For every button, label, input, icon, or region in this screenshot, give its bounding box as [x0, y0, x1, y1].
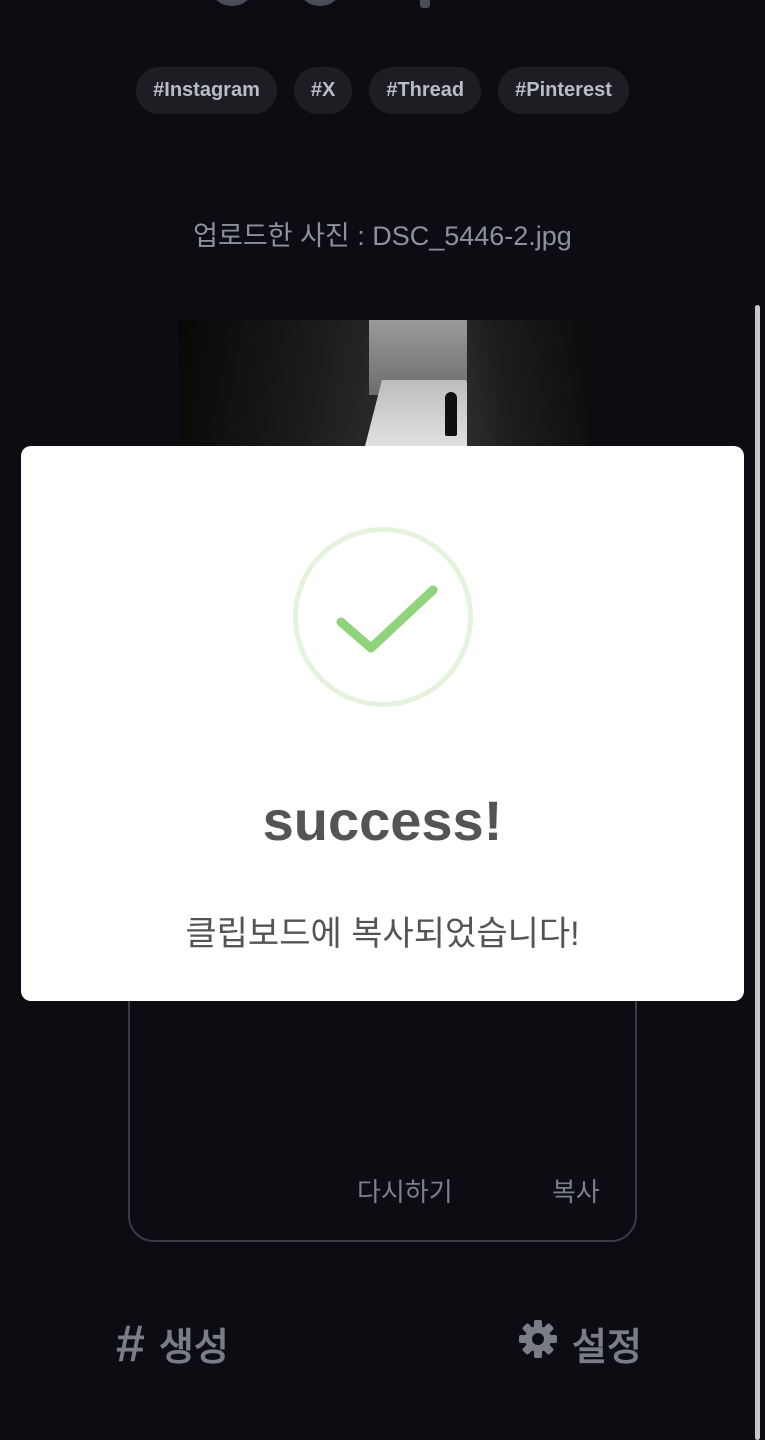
nav-settings-label: 설정 [572, 1327, 642, 1369]
uploaded-photo [179, 320, 587, 450]
uploaded-photo-label: 업로드한 사진 : DSC_5446-2.jpg [193, 221, 572, 251]
success-dialog[interactable]: success! 클립보드에 복사되었습니다! [21, 446, 744, 1001]
platform-tags: #Instagram #X #Thread #Pinterest [0, 67, 765, 114]
hash-icon: # [116, 1314, 145, 1373]
retry-button[interactable]: 다시하기 [357, 1172, 453, 1209]
dialog-message: 클립보드에 복사되었습니다! [185, 915, 580, 953]
tag-x[interactable]: #X [293, 67, 353, 114]
copy-button[interactable]: 복사 [552, 1172, 600, 1209]
success-ring [293, 527, 473, 707]
nav-settings[interactable]: 설정 [518, 1316, 642, 1371]
heading-glyph [420, 0, 430, 8]
heading-glyph [210, 0, 254, 6]
checkmark-icon [336, 585, 438, 653]
gear-icon [518, 1319, 558, 1369]
scrollbar[interactable] [755, 305, 760, 1440]
heading-glyph [298, 0, 342, 6]
tag-instagram[interactable]: #Instagram [136, 67, 277, 114]
tag-pinterest[interactable]: #Pinterest [498, 67, 629, 114]
page-heading-clipped [0, 0, 765, 18]
nav-generate[interactable]: # 생성 [116, 1316, 229, 1371]
nav-generate-label: 생성 [158, 1327, 229, 1369]
dialog-title: success! [262, 789, 503, 852]
tag-thread[interactable]: #Thread [369, 67, 482, 114]
